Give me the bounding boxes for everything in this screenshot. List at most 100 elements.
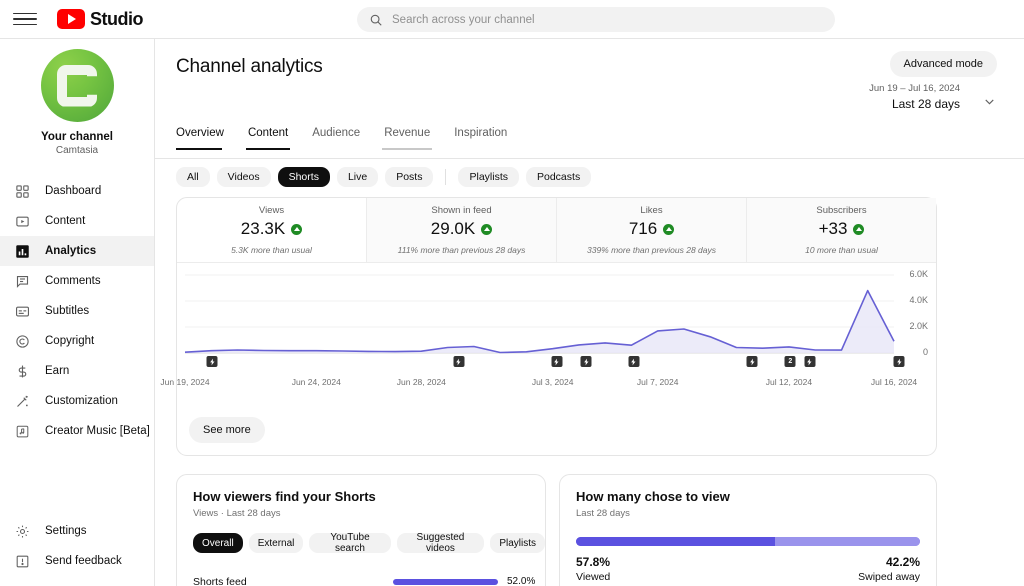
tabs-divider [155,158,1024,159]
sidebar-item-comments[interactable]: Comments [0,266,154,296]
page-title: Channel analytics [176,56,323,77]
sidebar-label: Content [45,215,86,227]
tab-revenue[interactable]: Revenue [372,127,442,150]
chip-suggested-videos[interactable]: Suggested videos [396,532,485,554]
youtube-play-icon [57,9,85,29]
camtasia-logo-icon [57,65,97,107]
chip-youtube-search[interactable]: YouTube search [309,532,391,554]
tab-overview[interactable]: Overview [176,127,236,150]
date-range-selector[interactable]: Jun 19 – Jul 16, 2024 Last 28 days [869,83,997,111]
chart-y-tick: 2.0K [909,321,928,331]
chevron-down-icon [982,94,997,109]
sidebar-item-earn[interactable]: Earn [0,356,154,386]
swiped-pct: 42.2% [885,555,920,569]
chip-external[interactable]: External [248,533,304,553]
sidebar-label: Dashboard [45,185,102,197]
find-source-chips: Overall External YouTube search Suggeste… [193,532,545,554]
chart-marker-shorts[interactable] [453,356,465,367]
metric-subscribers[interactable]: Subscribers +33 10 more than usual [747,198,936,262]
metrics-chart-card: Views 23.3K 5.3K more than usual Shown i… [160,197,937,456]
chip-all[interactable]: All [176,167,210,187]
chart-marker-shorts[interactable] [893,356,905,367]
chart-marker-count[interactable]: 2 [784,356,796,367]
sidebar-label: Settings [45,525,87,537]
trend-up-icon [663,223,675,235]
chart-x-tick: Jun 28, 2024 [396,377,446,387]
card-subtitle: Last 28 days [576,508,630,519]
chart-see-more-button[interactable]: See more [189,417,265,443]
sidebar-item-subtitles[interactable]: Subtitles [0,296,154,326]
card-subtitle: Views · Last 28 days [193,508,281,519]
traffic-source-list: Shorts feed 52.0% YouTube advertising 26… [177,569,545,586]
metric-views[interactable]: Views 23.3K 5.3K more than usual [177,198,367,262]
viewed-split-bar [576,537,920,546]
chip-overall[interactable]: Overall [193,533,243,553]
feedback-icon [13,552,31,570]
tab-content[interactable]: Content [236,127,300,150]
chip-divider [445,169,447,185]
chart-marker-shorts[interactable] [580,356,592,367]
sidebar-item-content[interactable]: Content [0,206,154,236]
card-title: How many chose to view [576,489,730,504]
sidebar: Your channel Camtasia Dashboard Content … [0,39,155,586]
sidebar-item-copyright[interactable]: Copyright [0,326,154,356]
studio-logo[interactable]: Studio [57,9,144,30]
sidebar-item-creator-music[interactable]: Creator Music [Beta] [0,416,154,446]
table-row[interactable]: Shorts feed 52.0% [193,569,535,586]
split-legend: 57.8% Viewed 42.2% Swiped away [576,555,920,583]
bar-chart-icon [13,242,31,260]
date-range-label: Last 28 days [891,97,960,111]
content-type-chips: All Videos Shorts Live Posts Playlists P… [176,167,592,187]
youtube-studio-analytics-page: Studio Your channel Camtasia [0,0,1024,586]
metric-number: +33 [818,219,848,238]
metric-label: Likes [640,205,663,216]
trend-up-icon [291,223,303,235]
swiped-away-segment [774,537,920,546]
chip-shorts[interactable]: Shorts [277,167,330,187]
channel-name: Camtasia [55,145,99,156]
sidebar-label: Analytics [45,245,97,257]
viewed-pct: 57.8% [576,555,611,569]
chart-marker-shorts[interactable] [551,356,563,367]
chart-marker-shorts[interactable] [804,356,816,367]
grid-icon [13,182,31,200]
chip-videos[interactable]: Videos [216,167,271,187]
sidebar-label: Earn [45,365,70,377]
chart-marker-shorts[interactable] [628,356,640,367]
chip-podcasts[interactable]: Podcasts [526,167,592,187]
sidebar-label: Subtitles [45,305,90,317]
metric-label: Views [258,205,285,216]
hamburger-icon[interactable] [13,7,37,31]
sidebar-item-customization[interactable]: Customization [0,386,154,416]
sidebar-item-send-feedback[interactable]: Send feedback [0,546,154,576]
tab-audience[interactable]: Audience [300,127,372,150]
sidebar-item-dashboard[interactable]: Dashboard [0,176,154,206]
copyright-icon [13,332,31,350]
tab-inspiration[interactable]: Inspiration [442,127,519,150]
metric-likes[interactable]: Likes 716 339% more than previous 28 day… [557,198,747,262]
metric-number: 29.0K [430,219,476,238]
search-input[interactable] [392,13,812,26]
views-chart[interactable]: 0 2.0K 4.0K 6.0K Jun 19, 2024 Jun 24, 2024 Ju… [160,263,936,423]
sidebar-item-settings[interactable]: Settings [0,516,154,546]
metric-shown-in-feed[interactable]: Shown in feed 29.0K 111% more than previ… [367,198,557,262]
chip-live[interactable]: Live [336,167,379,187]
chart-svg [184,274,895,354]
search-bar[interactable] [357,7,835,32]
how-many-chose-to-view-card: How many chose to view Last 28 days 57.8… [559,474,937,586]
wand-icon [13,392,31,410]
chart-marker-shorts[interactable] [746,356,758,367]
chip-playlists[interactable]: Playlists [490,533,545,553]
chart-y-tick: 6.0K [909,269,928,279]
advanced-mode-button[interactable]: Advanced mode [889,51,997,77]
sidebar-item-analytics[interactable]: Analytics [0,236,154,266]
chip-playlists[interactable]: Playlists [458,167,519,187]
how-viewers-find-card: How viewers find your Shorts Views · Las… [176,474,546,586]
metric-note: 10 more than usual [805,245,878,255]
chip-posts[interactable]: Posts [385,167,434,187]
metric-note: 111% more than previous 28 days [397,245,526,255]
chart-marker-shorts[interactable] [206,356,218,367]
source-name: Shorts feed [193,575,247,586]
analytics-tabs: Overview Content Audience Revenue Inspir… [176,127,519,150]
avatar[interactable] [40,49,114,122]
